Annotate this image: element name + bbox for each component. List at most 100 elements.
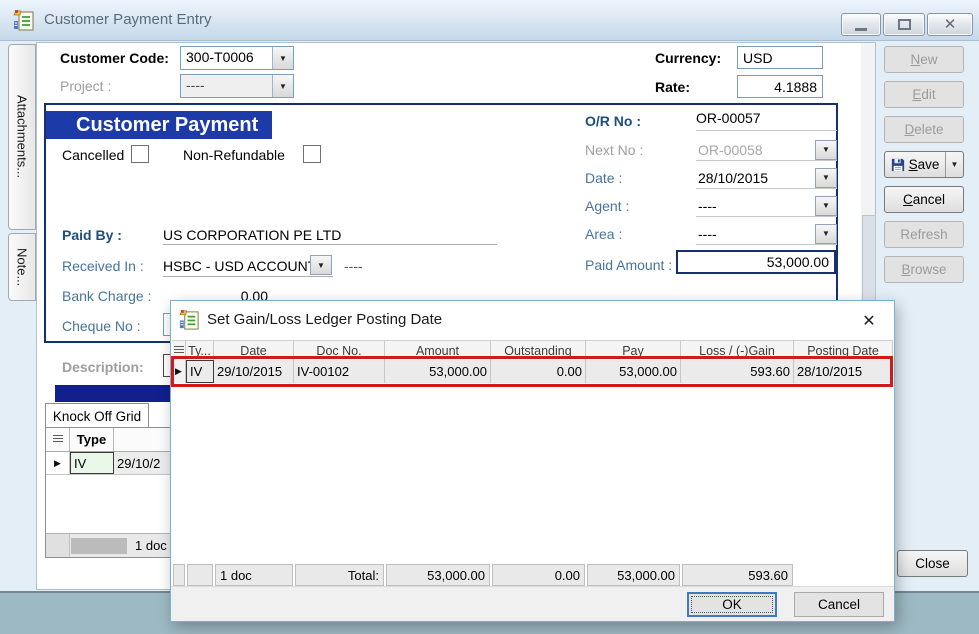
tab-attachments[interactable]: Attachments...: [8, 44, 36, 230]
date-combo[interactable]: 28/10/2015 ▼: [696, 167, 837, 189]
customer-code-value: 300-T0006: [181, 47, 272, 69]
type-column-header[interactable]: Type: [70, 428, 114, 451]
grid-doc-count: 1 doc: [135, 538, 167, 553]
paid-amount-field[interactable]: 53,000.00: [676, 250, 836, 274]
grid-footer-corner: [46, 534, 70, 557]
col-header-amount[interactable]: Amount: [385, 341, 491, 360]
cell-outstanding[interactable]: 0.00: [491, 360, 586, 383]
customer-code-dropdown-icon[interactable]: ▼: [272, 47, 293, 69]
customer-payment-banner: Customer Payment: [46, 111, 272, 139]
agent-label: Agent :: [585, 198, 629, 214]
rate-field[interactable]: 4.1888: [737, 75, 823, 98]
col-header-pay[interactable]: Pay: [586, 341, 681, 360]
dialog-icon: [179, 309, 201, 331]
dialog-cancel-button[interactable]: Cancel: [794, 592, 884, 617]
col-header-posting-date[interactable]: Posting Date: [794, 341, 893, 360]
row-indicator-cell: ▶: [46, 452, 70, 474]
dialog-row-indicator: ▶: [172, 360, 186, 383]
dialog-grid-corner-cell[interactable]: [172, 341, 186, 360]
project-label: Project :: [60, 78, 111, 94]
next-no-combo[interactable]: OR-00058 ▼: [696, 139, 837, 161]
save-dropdown-icon[interactable]: ▼: [945, 152, 963, 177]
currency-field[interactable]: USD: [737, 46, 823, 69]
screen: Customer Payment Entry ✕ Attachments... …: [0, 0, 979, 634]
next-no-value: OR-00058: [696, 142, 815, 158]
agent-combo[interactable]: ---- ▼: [696, 195, 837, 217]
close-window-button[interactable]: ✕: [927, 13, 973, 36]
project-value: ----: [181, 75, 272, 97]
bank-charge-label: Bank Charge :: [62, 288, 152, 304]
delete-button[interactable]: Delete: [884, 116, 964, 143]
col-header-date[interactable]: Date: [214, 341, 294, 360]
dialog-close-icon: ✕: [862, 311, 875, 331]
paid-by-label: Paid By :: [62, 227, 122, 243]
area-label: Area :: [585, 226, 622, 242]
date-value: 28/10/2015: [696, 170, 815, 186]
project-combo[interactable]: ---- ▼: [180, 74, 294, 98]
description-label: Description:: [62, 359, 144, 375]
next-no-dropdown-icon[interactable]: ▼: [815, 140, 837, 160]
maximize-icon: [898, 19, 911, 30]
customer-code-combo[interactable]: 300-T0006 ▼: [180, 46, 294, 70]
non-refundable-checkbox[interactable]: [303, 145, 321, 163]
date-label: Date :: [585, 170, 622, 186]
footer-type-cell: [187, 564, 213, 586]
browse-button[interactable]: Browse: [884, 256, 964, 283]
grid-corner-icon: [53, 435, 63, 444]
save-floppy-icon: [891, 158, 905, 172]
close-window-icon: ✕: [944, 17, 957, 32]
col-header-type[interactable]: Ty...: [186, 341, 214, 360]
minimize-icon: [855, 28, 867, 31]
col-header-outstanding[interactable]: Outstanding: [491, 341, 586, 360]
next-no-label: Next No :: [585, 142, 643, 158]
col-header-doc-no[interactable]: Doc No.: [294, 341, 385, 360]
dialog-table-row[interactable]: ▶ IV 29/10/2015 IV-00102 53,000.00 0.00 …: [172, 360, 893, 383]
save-button[interactable]: Save ▼: [884, 151, 964, 178]
tab-knock-off-grid[interactable]: Knock Off Grid: [45, 403, 149, 428]
agent-dropdown-icon[interactable]: ▼: [815, 196, 837, 216]
minimize-button[interactable]: [841, 13, 881, 36]
footer-posting-date-cell: [795, 564, 892, 586]
type-cell[interactable]: IV: [70, 452, 114, 474]
maximize-button[interactable]: [883, 13, 925, 36]
area-dropdown-icon[interactable]: ▼: [815, 224, 837, 244]
cell-pay[interactable]: 53,000.00: [586, 360, 681, 383]
dialog-close-button[interactable]: ✕: [854, 308, 884, 333]
cancelled-label: Cancelled: [62, 147, 124, 163]
new-button[interactable]: New: [884, 46, 964, 73]
grid-corner-cell[interactable]: [46, 428, 70, 451]
cell-doc-no[interactable]: IV-00102: [294, 360, 385, 383]
edit-button[interactable]: Edit: [884, 81, 964, 108]
project-dropdown-icon[interactable]: ▼: [272, 75, 293, 97]
cancelled-checkbox[interactable]: [131, 145, 149, 163]
col-header-loss-gain[interactable]: Loss / (-)Gain: [681, 341, 794, 360]
grid-hscrollbar-thumb[interactable]: [71, 538, 127, 554]
dialog-button-bar: OK Cancel: [171, 586, 894, 621]
rate-label: Rate:: [655, 79, 690, 95]
cell-amount[interactable]: 53,000.00: [385, 360, 491, 383]
footer-pay: 53,000.00: [587, 564, 680, 586]
close-button[interactable]: Close: [897, 550, 968, 577]
area-combo[interactable]: ---- ▼: [696, 223, 837, 245]
refresh-button[interactable]: Refresh: [884, 221, 964, 248]
cheque-no-label: Cheque No :: [62, 318, 141, 334]
titlebar[interactable]: Customer Payment Entry ✕: [0, 0, 979, 41]
received-in-dropdown-icon[interactable]: ▼: [310, 255, 332, 275]
received-in-value: HSBC - USD ACCOUNT: [163, 258, 316, 274]
footer-amount: 53,000.00: [386, 564, 490, 586]
tab-note[interactable]: Note...: [8, 233, 36, 301]
cell-type[interactable]: IV: [186, 360, 214, 383]
date-dropdown-icon[interactable]: ▼: [815, 168, 837, 188]
cancel-button[interactable]: Cancel: [884, 186, 964, 213]
cell-posting-date[interactable]: 28/10/2015: [794, 360, 893, 383]
paid-by-value: US CORPORATION PE LTD: [163, 227, 341, 243]
dialog-row-marker-icon: ▶: [175, 366, 182, 377]
ok-button[interactable]: OK: [687, 592, 777, 617]
gain-loss-dialog: Set Gain/Loss Ledger Posting Date ✕ Ty..…: [170, 300, 895, 622]
cell-date[interactable]: 29/10/2015: [214, 360, 294, 383]
cell-loss-gain[interactable]: 593.60: [681, 360, 794, 383]
footer-outstanding: 0.00: [492, 564, 585, 586]
or-no-value: OR-00057: [696, 110, 837, 131]
received-in-underline: [163, 276, 333, 277]
dialog-title: Set Gain/Loss Ledger Posting Date: [207, 301, 442, 339]
